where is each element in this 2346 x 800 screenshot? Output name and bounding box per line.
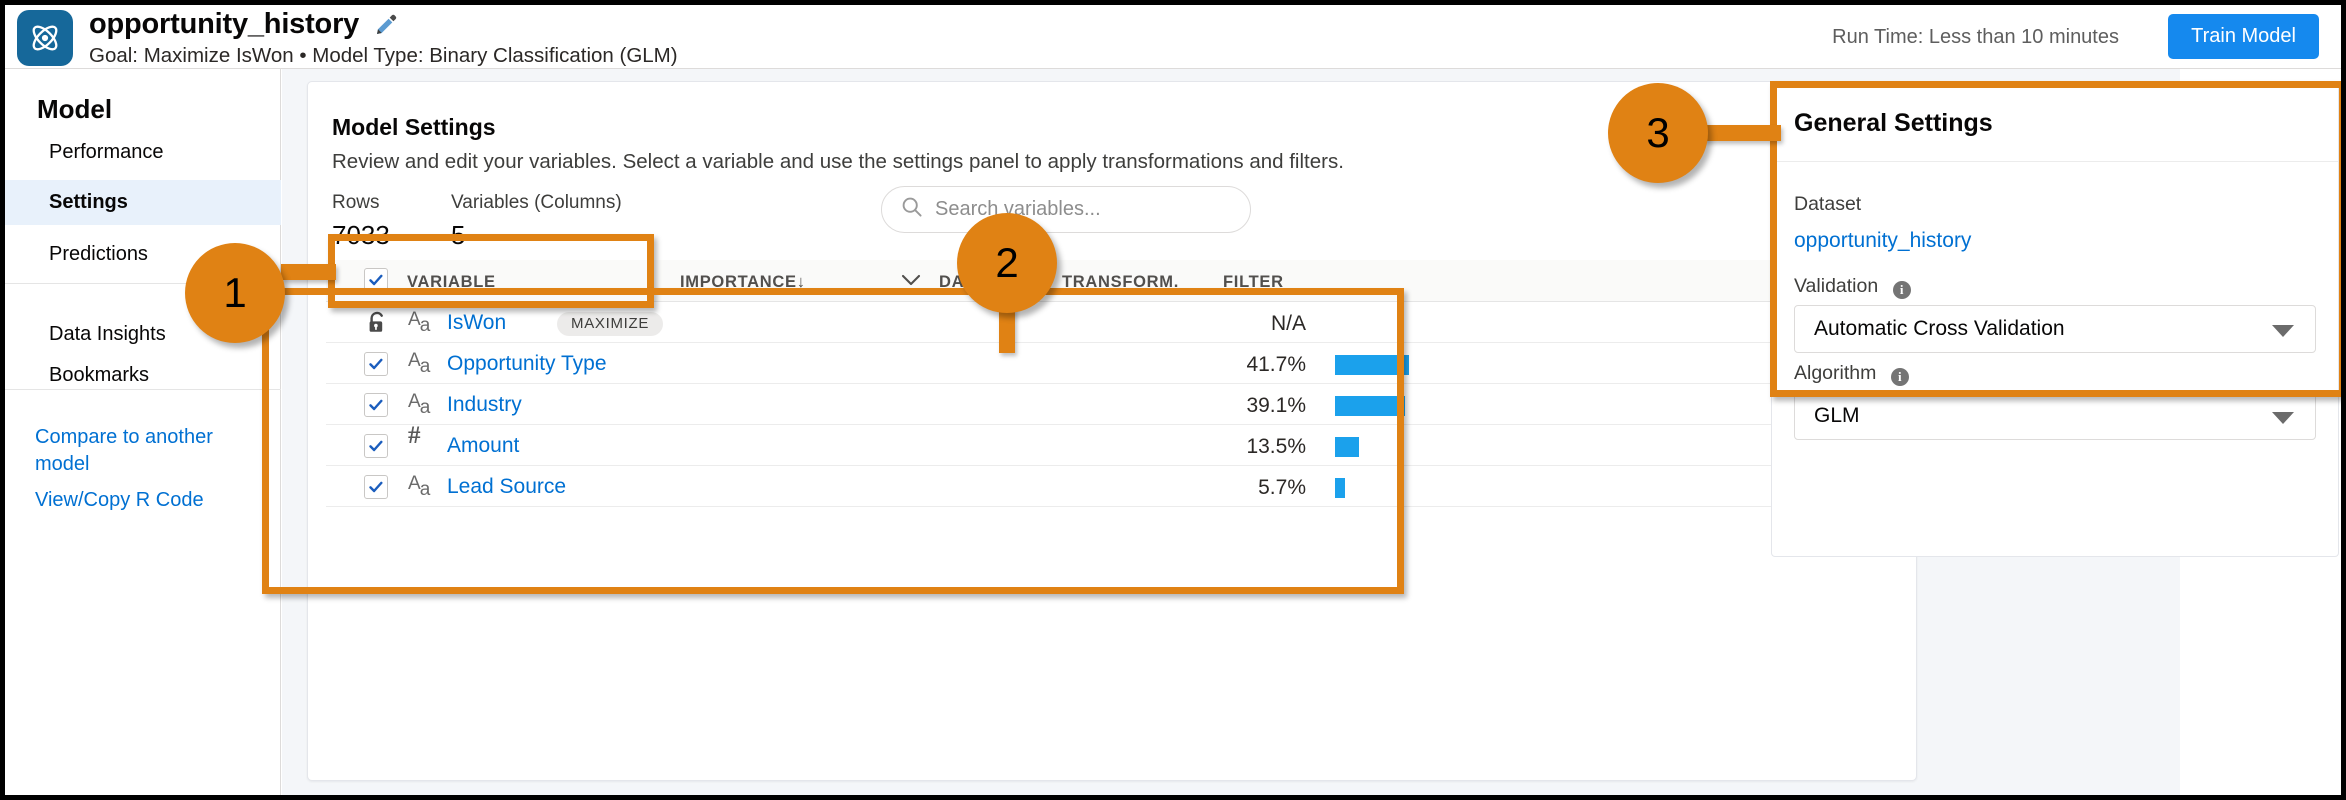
importance-value: N/A [1270, 312, 1306, 335]
column-header-filter[interactable]: FILTER [1223, 273, 1284, 292]
info-icon[interactable]: i [1890, 368, 1909, 386]
algorithm-label-text: Algorithm [1794, 362, 1877, 384]
sidebar-item-bookmarks[interactable]: Bookmarks [5, 353, 281, 398]
importance-bar [1335, 478, 1346, 498]
sidebar-item-settings[interactable]: Settings [5, 180, 281, 225]
text-type-icon: Aa [408, 473, 431, 500]
stat-rows: Rows 7033 [332, 192, 390, 251]
callout-badge-3: 3 [1608, 83, 1708, 183]
view-copy-r-code-link[interactable]: View/Copy R Code [35, 487, 204, 514]
title-block: opportunity_history Goal: Maximize IsWon… [89, 6, 678, 70]
text-type-icon: Aa [408, 350, 431, 377]
number-type-icon: # [408, 422, 421, 449]
importance-value: 41.7% [1246, 353, 1306, 376]
column-header-transform[interactable]: TRANSFORM. [1062, 273, 1179, 292]
row-checkbox[interactable] [364, 434, 388, 458]
callout-connector [281, 264, 336, 280]
variable-name-link[interactable]: Amount [447, 434, 519, 458]
general-settings-card: General Settings Dataset opportunity_his… [1771, 82, 2339, 557]
search-icon [901, 196, 923, 223]
search-input[interactable] [935, 198, 1225, 221]
variable-name-link[interactable]: Industry [447, 393, 522, 417]
algorithm-select[interactable]: GLM [1794, 392, 2316, 440]
sidebar-item-label: Performance [49, 141, 164, 163]
stat-label: Rows [332, 192, 380, 213]
model-settings-description: Review and edit your variables. Select a… [332, 150, 1344, 173]
info-icon[interactable]: i [1892, 281, 1911, 299]
table-row[interactable]: # Amount 13.5% [326, 422, 1896, 466]
model-settings-card: Model Settings Review and edit your vari… [307, 81, 1917, 781]
text-type-icon: Aa [408, 309, 431, 336]
page-title: opportunity_history [89, 8, 360, 40]
model-settings-title: Model Settings [332, 114, 496, 140]
importance-bar [1335, 437, 1360, 457]
right-settings-panel: General Settings Dataset opportunity_his… [1771, 69, 2341, 795]
text-type-icon: Aa [408, 391, 431, 418]
sidebar-item-label: Predictions [49, 243, 148, 265]
stat-variables: Variables (Columns) 5 [451, 192, 622, 251]
sidebar-item-performance[interactable]: Performance [5, 130, 281, 175]
table-row[interactable]: Aa Opportunity Type 41.7% [326, 343, 1896, 384]
column-header-variable[interactable]: VARIABLE [407, 273, 496, 292]
divider [1772, 161, 2338, 162]
pencil-edit-icon[interactable] [374, 12, 398, 41]
validation-selected-value: Automatic Cross Validation [1814, 317, 2065, 340]
app-window: opportunity_history Goal: Maximize IsWon… [0, 0, 2346, 800]
algorithm-selected-value: GLM [1814, 404, 1860, 427]
validation-select[interactable]: Automatic Cross Validation [1794, 305, 2316, 353]
app-header: opportunity_history Goal: Maximize IsWon… [5, 5, 2341, 69]
compare-model-link[interactable]: Compare to another model [35, 424, 225, 478]
callout-badge-1: 1 [185, 243, 285, 343]
search-variables-box[interactable] [881, 186, 1251, 233]
chevron-down-icon[interactable] [899, 272, 923, 293]
row-checkbox[interactable] [364, 393, 388, 417]
importance-value: 13.5% [1246, 435, 1306, 458]
variable-name-link[interactable]: Lead Source [447, 475, 566, 499]
row-checkbox[interactable] [364, 475, 388, 499]
chevron-down-icon [2272, 412, 2294, 424]
variable-name-link[interactable]: IsWon [447, 311, 506, 335]
stat-value: 7033 [332, 220, 390, 250]
row-checkbox[interactable] [364, 352, 388, 376]
stat-label: Variables (Columns) [451, 192, 622, 213]
importance-value: 5.7% [1258, 476, 1306, 499]
left-sidebar: Model Performance Settings Predictions D… [5, 69, 281, 795]
sidebar-item-label: Settings [49, 191, 128, 213]
chevron-down-icon [2272, 325, 2294, 337]
lock-icon [364, 310, 390, 341]
general-settings-title: General Settings [1794, 109, 1993, 137]
algorithm-label: Algorithm i [1794, 362, 1909, 386]
dataset-label: Dataset [1794, 193, 1862, 215]
train-model-button[interactable]: Train Model [2168, 14, 2319, 59]
model-subtitle: Goal: Maximize IsWon • Model Type: Binar… [89, 44, 678, 67]
variable-name-link[interactable]: Opportunity Type [447, 352, 607, 376]
sidebar-section-title: Model [37, 94, 113, 124]
importance-value: 39.1% [1246, 394, 1306, 417]
sidebar-item-label: Bookmarks [49, 364, 150, 386]
run-time-label: Run Time: Less than 10 minutes [1832, 26, 2119, 48]
validation-label-text: Validation [1794, 275, 1879, 297]
variables-table: VARIABLE IMPORTANCE↓ DATA ALERT TRANSFOR… [326, 260, 1896, 507]
callout-connector [1703, 125, 1781, 141]
table-header-row: VARIABLE IMPORTANCE↓ DATA ALERT TRANSFOR… [326, 260, 1896, 302]
table-row[interactable]: Aa Industry 39.1% [326, 384, 1896, 425]
importance-bar [1335, 396, 1405, 416]
goal-badge: MAXIMIZE [557, 312, 664, 336]
callout-badge-2: 2 [957, 213, 1057, 313]
table-row[interactable]: Aa Lead Source 5.7% [326, 466, 1896, 507]
sidebar-divider [5, 389, 281, 390]
sidebar-item-label: Data Insights [49, 323, 166, 345]
importance-bar [1335, 355, 1410, 375]
validation-label: Validation i [1794, 275, 1911, 299]
dataset-stats: Rows 7033 Variables (Columns) 5 [332, 192, 642, 254]
dataset-link[interactable]: opportunity_history [1794, 229, 1971, 253]
column-header-importance[interactable]: IMPORTANCE↓ [680, 273, 806, 292]
select-all-checkbox[interactable] [364, 268, 388, 292]
einstein-atom-icon [17, 10, 73, 66]
stat-value: 5 [451, 220, 466, 250]
table-row[interactable]: Aa IsWon MAXIMIZE N/A [326, 302, 1896, 343]
